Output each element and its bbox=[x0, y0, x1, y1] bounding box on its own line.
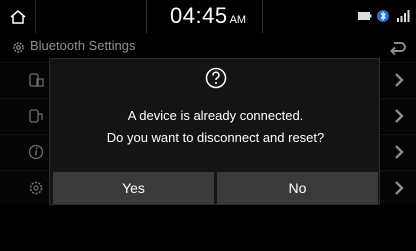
clock-time: 04:45 bbox=[170, 3, 228, 28]
clock: 04:45 AM bbox=[170, 3, 246, 31]
battery-icon bbox=[358, 12, 372, 20]
dialog-message: A device is already connected. Do you wa… bbox=[50, 105, 381, 149]
status-divider-right bbox=[262, 0, 263, 33]
dialog-message-line1: A device is already connected. bbox=[127, 108, 304, 123]
no-button[interactable]: No bbox=[217, 172, 378, 204]
status-divider-left bbox=[146, 0, 147, 33]
signal-icon bbox=[397, 10, 410, 22]
clock-ampm: AM bbox=[229, 14, 247, 26]
status-bar: 04:45 AM bbox=[0, 0, 416, 33]
question-icon bbox=[205, 67, 227, 89]
confirm-dialog: A device is already connected. Do you wa… bbox=[49, 58, 380, 205]
home-icon bbox=[10, 9, 25, 24]
bluetooth-phone-icon bbox=[377, 10, 389, 22]
status-icons bbox=[358, 9, 410, 23]
home-button[interactable] bbox=[0, 0, 36, 33]
yes-button[interactable]: Yes bbox=[53, 172, 214, 204]
dialog-message-line2: Do you want to disconnect and reset? bbox=[106, 130, 325, 145]
